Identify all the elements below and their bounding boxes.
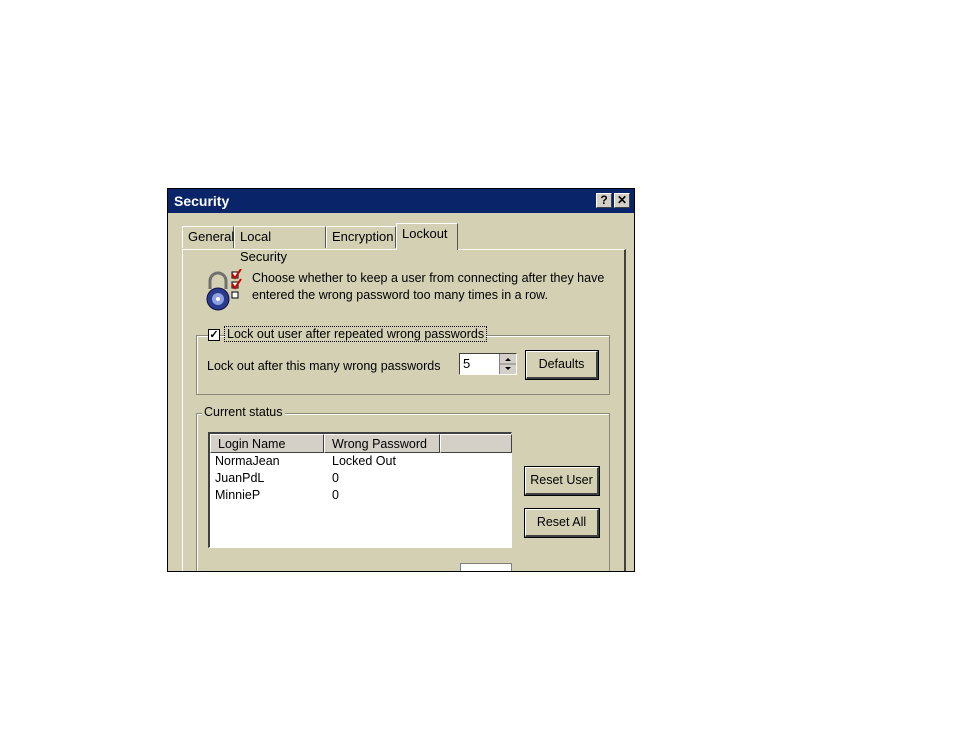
current-status-legend: Current status <box>202 405 285 419</box>
threshold-spinner[interactable]: 5 <box>459 353 517 375</box>
list-item-wrong: Locked Out <box>332 454 396 468</box>
spin-up-down-icon[interactable] <box>500 354 516 374</box>
title-bar[interactable]: Security ? ✕ <box>168 189 634 213</box>
close-button[interactable]: ✕ <box>614 193 630 208</box>
column-header-wrong-password[interactable]: Wrong Password <box>324 434 440 453</box>
user-status-list[interactable]: Login Name Wrong Password NormaJean Lock… <box>208 432 512 548</box>
list-item-wrong: 0 <box>332 488 339 502</box>
defaults-button[interactable]: Defaults <box>525 350 599 380</box>
lockout-description: Choose whether to keep a user from conne… <box>252 271 605 302</box>
reset-user-button[interactable]: Reset User <box>524 466 600 496</box>
threshold-value[interactable]: 5 <box>463 356 470 371</box>
tab-lockout[interactable]: Lockout <box>396 223 458 250</box>
tab-general[interactable]: General <box>182 226 234 248</box>
reset-all-button[interactable]: Reset All <box>524 508 600 538</box>
list-item-login[interactable]: JuanPdL <box>215 471 264 485</box>
security-dialog: Security ? ✕ General Local Security Encr… <box>167 188 635 572</box>
tab-local-security[interactable]: Local Security <box>234 226 326 264</box>
padlock-icon <box>206 269 242 311</box>
column-header-blank <box>440 434 512 453</box>
lockout-checkbox-label[interactable]: Lock out user after repeated wrong passw… <box>223 326 488 342</box>
partial-count-field <box>460 563 512 571</box>
threshold-label: Lock out after this many wrong passwords <box>207 359 441 373</box>
spinner-arrows[interactable] <box>499 354 516 374</box>
list-item-wrong: 0 <box>332 471 339 485</box>
list-item-login[interactable]: NormaJean <box>215 454 280 468</box>
column-header-login[interactable]: Login Name <box>210 434 324 453</box>
help-button[interactable]: ? <box>596 193 612 208</box>
list-item-login[interactable]: MinnieP <box>215 488 260 502</box>
tab-encryption[interactable]: Encryption <box>326 226 396 248</box>
dialog-title: Security <box>174 193 230 209</box>
lockout-checkbox[interactable]: ✓ <box>208 329 220 341</box>
